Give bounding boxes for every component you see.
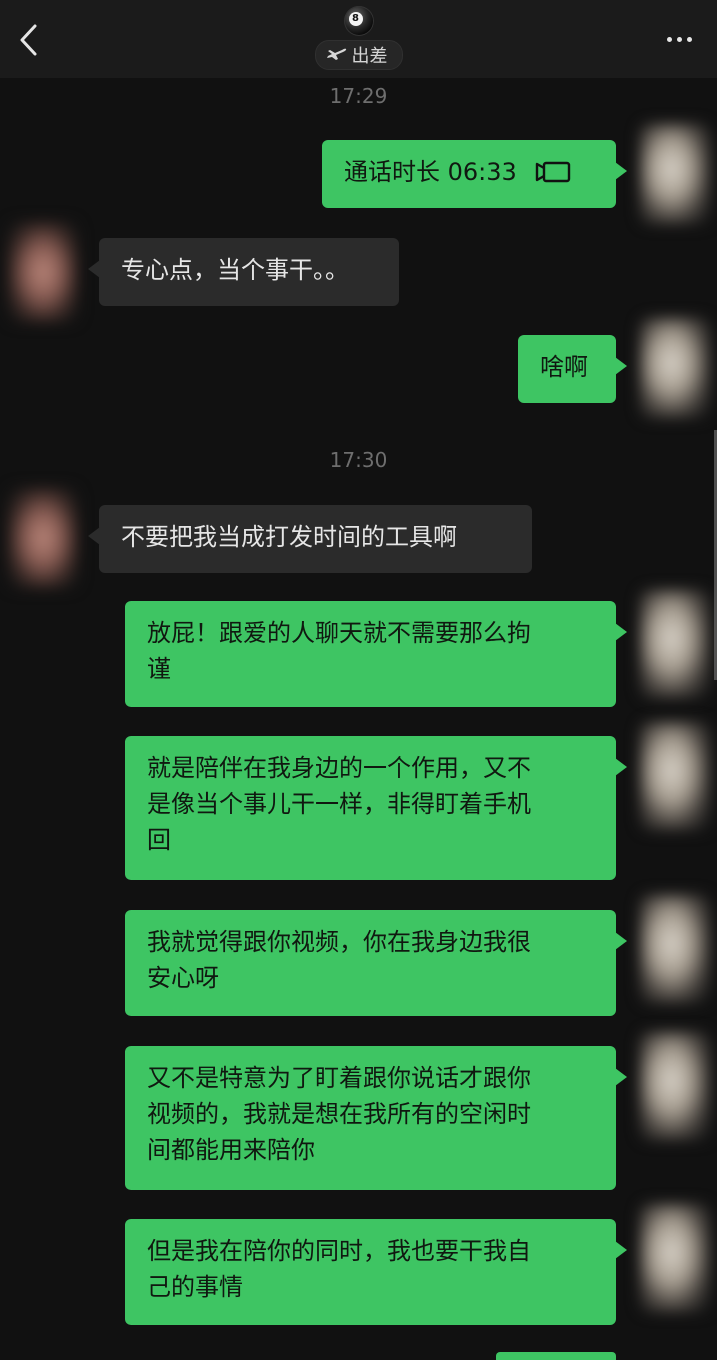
video-call-icon: [535, 161, 570, 183]
contact-avatar[interactable]: [8, 488, 78, 588]
message-bubble-outgoing[interactable]: 就是陪伴在我身边的一个作用，又不 是像当个事儿干一样，非得盯着手机 回: [125, 736, 627, 880]
airplane-icon: [326, 48, 346, 60]
message-bubble-incoming[interactable]: 专心点，当个事干。。: [88, 238, 399, 306]
message-bubble-incoming[interactable]: 不要把我当成打发时间的工具啊: [88, 505, 532, 573]
dot-icon: [686, 36, 692, 42]
my-avatar[interactable]: [640, 590, 710, 698]
message-bubble-outgoing[interactable]: 啥啊: [518, 335, 627, 403]
timestamp: 17:30: [329, 448, 388, 472]
message-bubble-outgoing[interactable]: 放屁！跟爱的人聊天就不需要那么拘 谨: [125, 601, 627, 707]
status-label: 出差: [351, 46, 388, 67]
my-avatar[interactable]: [640, 722, 710, 830]
next-message-bubble-edge: [496, 1352, 616, 1360]
chat-screen: 8 出差 17:29 通话时长 06:33 专心点，当个事干。。 啥啊 17:3…: [0, 0, 717, 1360]
message-text: 但是我在陪你的同时，我也要干我自 己的事情: [147, 1237, 531, 1301]
message-text: 放屁！跟爱的人聊天就不需要那么拘 谨: [147, 619, 531, 683]
timestamp: 17:29: [329, 84, 388, 108]
message-text: 通话时长 06:33: [344, 158, 517, 186]
message-text: 我就觉得跟你视频，你在我身边我很 安心呀: [147, 928, 531, 992]
message-bubble-outgoing[interactable]: 又不是特意为了盯着跟你说话才跟你 视频的，我就是想在我所有的空闲时 间都能用来陪…: [125, 1046, 627, 1190]
more-options-button[interactable]: [659, 22, 699, 56]
my-avatar[interactable]: [640, 1032, 710, 1140]
status-badge[interactable]: 出差: [314, 40, 403, 70]
my-avatar[interactable]: [640, 124, 710, 224]
eight-ball-icon: 8: [343, 6, 374, 36]
contact-avatar[interactable]: [8, 222, 78, 322]
message-text: 又不是特意为了盯着跟你说话才跟你 视频的，我就是想在我所有的空闲时 间都能用来陪…: [147, 1064, 531, 1164]
call-record-bubble[interactable]: 通话时长 06:33: [322, 140, 627, 208]
dot-icon: [676, 36, 682, 42]
my-avatar[interactable]: [640, 895, 710, 1003]
my-avatar[interactable]: [640, 318, 710, 418]
message-bubble-outgoing[interactable]: 但是我在陪你的同时，我也要干我自 己的事情: [125, 1219, 627, 1325]
message-text: 就是陪伴在我身边的一个作用，又不 是像当个事儿干一样，非得盯着手机 回: [147, 754, 531, 854]
chat-header: 8 出差: [0, 0, 717, 78]
message-text: 不要把我当成打发时间的工具啊: [121, 523, 457, 551]
dot-icon: [666, 36, 672, 42]
message-text: 啥啊: [540, 353, 588, 381]
message-bubble-outgoing[interactable]: 我就觉得跟你视频，你在我身边我很 安心呀: [125, 910, 627, 1016]
chat-title: 8 出差: [0, 6, 717, 70]
message-text: 专心点，当个事干。。: [121, 256, 349, 284]
my-avatar[interactable]: [640, 1204, 710, 1312]
